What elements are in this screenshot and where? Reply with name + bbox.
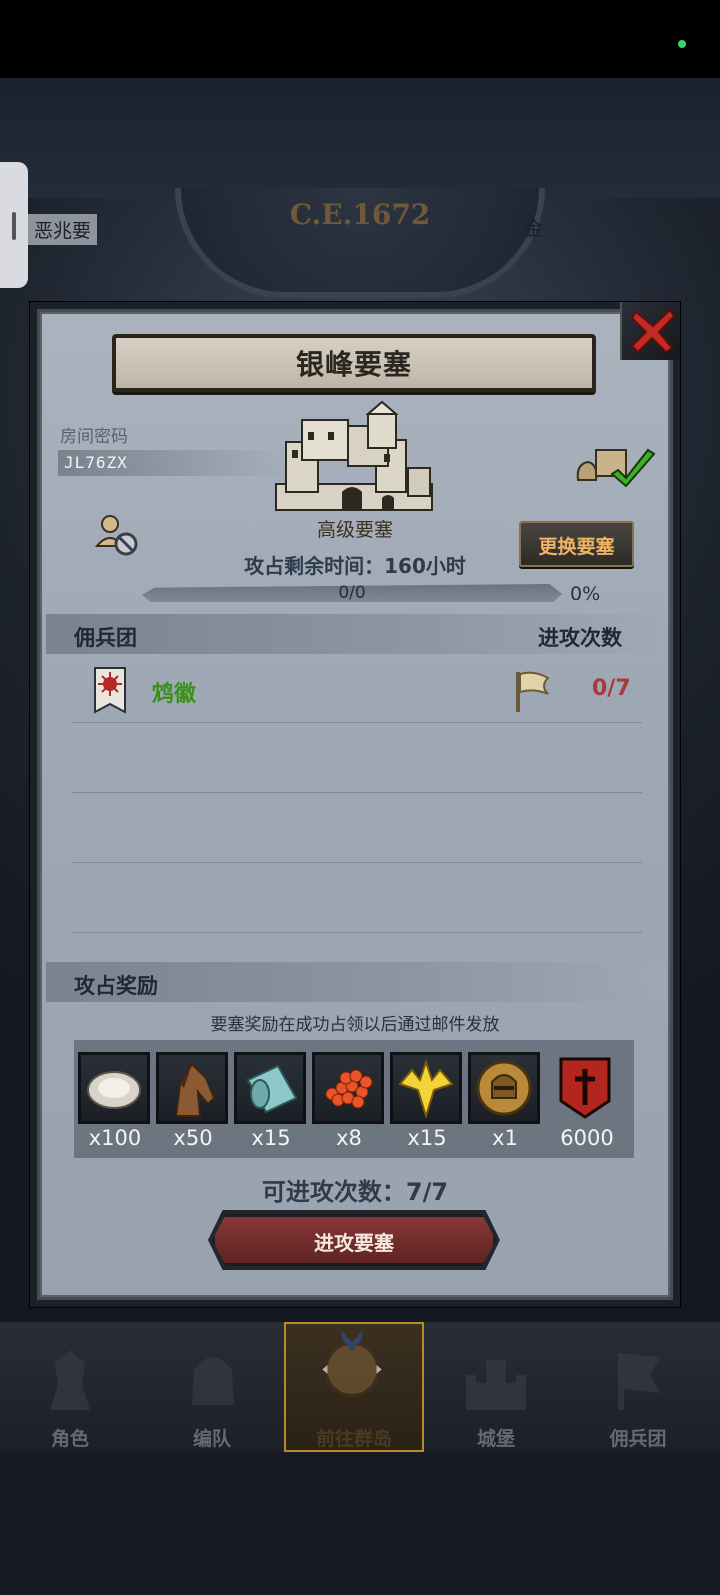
reward-item-horse[interactable] [156, 1052, 228, 1124]
capture-progress-text: 0/0 [338, 583, 366, 603]
reward-qty: x1 [492, 1126, 518, 1150]
reward-qty: 6000 [560, 1126, 614, 1150]
gold-crown-icon [398, 1058, 454, 1118]
supply-bags-icon[interactable] [574, 440, 656, 488]
nav-label-islands: 前往群岛 [315, 1428, 392, 1450]
nav-label-mercenary: 佣兵团 [609, 1428, 667, 1450]
attack-count-header: 进攻次数 [538, 626, 622, 650]
capture-progress-percent: 0% [570, 583, 601, 605]
nav-label-castle: 城堡 [476, 1428, 515, 1450]
reward-qty: x8 [336, 1126, 362, 1150]
reward-header: 攻占奖励 [74, 974, 158, 998]
era-label: C.E.1672 [289, 198, 431, 231]
user-ban-icon[interactable] [94, 512, 140, 558]
status-bar [0, 0, 720, 78]
flag-icon [516, 671, 550, 712]
banner-nav-icon [618, 1353, 660, 1410]
status-indicator-dot [678, 40, 686, 48]
close-button[interactable] [620, 302, 680, 360]
row-divider [72, 792, 642, 793]
roe-icon [325, 1069, 373, 1109]
side-drawer-grip [12, 212, 16, 240]
reward-item-banner[interactable] [552, 1052, 624, 1124]
row-divider [72, 722, 642, 723]
fortress-image [275, 400, 433, 511]
change-fortress-label: 更换要塞 [538, 536, 615, 558]
room-password-label: 房间密码 [60, 427, 128, 447]
castle-nav-icon [466, 1360, 526, 1410]
bottom-background [0, 1452, 720, 1595]
close-icon [630, 308, 676, 354]
row-divider [72, 932, 642, 933]
reward-qty: x15 [407, 1126, 447, 1150]
reward-qty: x50 [173, 1126, 213, 1150]
helmet-icon [192, 1357, 234, 1405]
reward-item-roe[interactable] [312, 1052, 384, 1124]
guild-name[interactable]: 鸩徽 [152, 676, 196, 708]
compass-icon [322, 1330, 382, 1398]
available-attempts: 可进攻次数：7/7 [261, 1178, 449, 1206]
room-password-value: JL76ZX [64, 453, 128, 472]
guild-attack-count: 0/7 [592, 676, 631, 701]
reward-qty: x15 [251, 1126, 291, 1150]
background-left-label: 恶兆要 [28, 214, 98, 245]
horse-icon [174, 1062, 216, 1117]
nav-label-character: 角色 [50, 1428, 89, 1450]
cloth-roll-icon [246, 1064, 298, 1114]
row-divider [72, 862, 642, 863]
red-banner-icon [559, 1057, 611, 1119]
fortress-grade: 高级要塞 [316, 519, 393, 541]
knight-medal-icon [476, 1060, 532, 1116]
reward-qty: x100 [88, 1126, 142, 1150]
background-right-label: 金 [524, 218, 544, 240]
guild-emblem-icon [94, 667, 126, 714]
attack-fortress-label: 进攻要塞 [314, 1231, 394, 1255]
reward-note: 要塞奖励在成功占领以后通过邮件发放 [210, 1015, 500, 1035]
nav-label-formation: 编队 [192, 1428, 231, 1450]
panel-title: 银峰要塞 [295, 348, 412, 381]
reward-item-medal[interactable] [468, 1052, 540, 1124]
remaining-time: 攻占剩余时间：160小时 [244, 554, 466, 578]
knight-icon [50, 1350, 90, 1410]
oyster-icon [87, 1071, 141, 1109]
mercenary-header: 佣兵团 [74, 626, 137, 650]
background-top [0, 78, 720, 198]
reward-item-oyster[interactable] [78, 1052, 150, 1124]
reward-item-cloth[interactable] [234, 1052, 306, 1124]
reward-item-crown[interactable] [390, 1052, 462, 1124]
